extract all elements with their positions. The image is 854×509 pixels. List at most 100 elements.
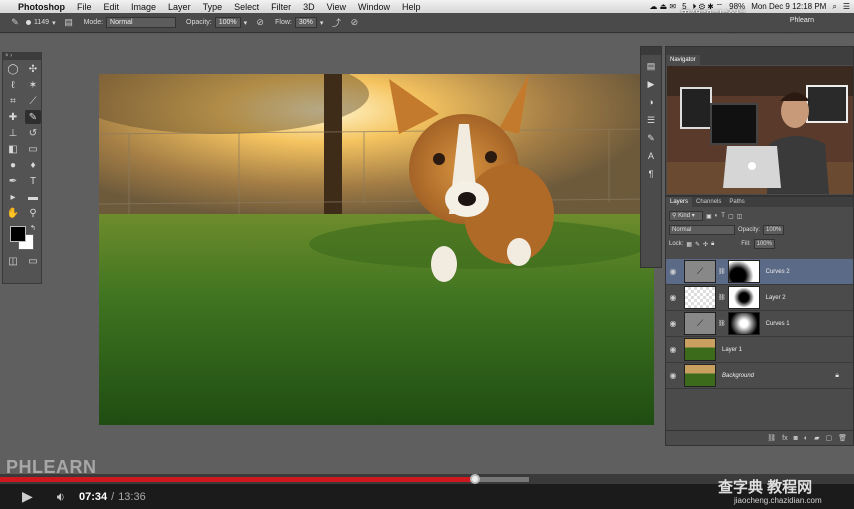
document-canvas[interactable] xyxy=(99,74,654,425)
eraser-tool-icon[interactable]: ◧ xyxy=(5,142,21,156)
eyedropper-tool-icon[interactable]: ⟋ xyxy=(25,94,41,108)
strip-header[interactable] xyxy=(641,47,661,55)
filter-type-icon[interactable]: T xyxy=(721,213,725,219)
visibility-eye-icon[interactable]: ◉ xyxy=(666,319,680,328)
magic-wand-tool-icon[interactable]: ✶ xyxy=(25,78,41,92)
mode-select[interactable]: Normal xyxy=(106,17,177,28)
menu-edit[interactable]: Edit xyxy=(98,2,126,12)
visibility-eye-icon[interactable]: ◉ xyxy=(666,371,680,380)
menu-3d[interactable]: 3D xyxy=(297,2,321,12)
pen-tool-icon[interactable]: ✒ xyxy=(5,174,21,188)
dodge-tool-icon[interactable]: ♦ xyxy=(25,158,41,172)
stamp-tool-icon[interactable]: ⊥ xyxy=(5,126,21,140)
fill-field[interactable]: 100% xyxy=(753,239,775,249)
paragraph-panel-icon[interactable]: ¶ xyxy=(644,167,658,181)
new-group-icon[interactable]: ▰ xyxy=(814,434,819,442)
layer-row-curves-2[interactable]: ◉ ⟋ ⛓ Curves 2 xyxy=(666,259,853,285)
move-tool-icon[interactable]: ✣ xyxy=(25,62,41,76)
visibility-eye-icon[interactable]: ◉ xyxy=(666,293,680,302)
actions-panel-icon[interactable]: ▶ xyxy=(644,77,658,91)
type-tool-icon[interactable]: T xyxy=(25,174,41,188)
menu-view[interactable]: View xyxy=(321,2,352,12)
mask-link-icon[interactable]: ⛓ xyxy=(718,320,726,327)
lock-pixels-icon[interactable]: ▦ xyxy=(686,241,692,248)
brush-panel-icon-strip[interactable]: ✎ xyxy=(644,131,658,145)
opacity-field[interactable]: 100% xyxy=(214,17,241,28)
mask-thumbnail[interactable] xyxy=(727,312,760,335)
swap-colors-icon[interactable]: ↰ xyxy=(30,224,36,232)
flow-dropdown-icon[interactable]: ▾ xyxy=(320,19,324,27)
lock-all-icon[interactable]: 🔒︎ xyxy=(711,241,714,248)
blur-tool-icon[interactable]: ● xyxy=(5,158,21,172)
menu-window[interactable]: Window xyxy=(352,2,396,12)
trash-icon[interactable]: 🗑︎ xyxy=(838,434,847,442)
tools-panel-header[interactable]: × › xyxy=(3,53,41,60)
quick-mask-icon[interactable]: ◫ xyxy=(5,254,21,268)
menu-type[interactable]: Type xyxy=(197,2,229,12)
history-brush-tool-icon[interactable]: ↺ xyxy=(25,126,41,140)
shape-tool-icon[interactable]: ▬ xyxy=(25,190,41,204)
filter-pixel-icon[interactable]: ▣ xyxy=(706,213,712,220)
mask-thumbnail[interactable] xyxy=(727,286,760,309)
workspace-label[interactable]: Phlearn xyxy=(790,17,814,24)
menu-image[interactable]: Image xyxy=(125,2,162,12)
add-mask-icon[interactable]: ◙ xyxy=(794,435,798,442)
marquee-tool-icon[interactable]: ◯ xyxy=(5,62,21,76)
brush-panel-icon[interactable]: ▤ xyxy=(64,17,74,28)
layer-row-layer-1[interactable]: ◉ Layer 1 xyxy=(666,337,853,363)
fx-icon[interactable]: fx xyxy=(782,435,787,442)
crop-tool-icon[interactable]: ⌗ xyxy=(5,94,21,108)
mask-thumbnail[interactable] xyxy=(727,260,760,283)
hand-tool-icon[interactable]: ✋ xyxy=(5,206,21,220)
path-select-tool-icon[interactable]: ▸ xyxy=(5,190,21,204)
layer-row-layer-2[interactable]: ◉ ⛓ Layer 2 xyxy=(666,285,853,311)
tab-navigator[interactable]: Navigator xyxy=(666,55,700,65)
airbrush-icon[interactable]: ⤴ xyxy=(331,18,341,28)
brush-tool-icon[interactable]: ✎ xyxy=(25,110,41,124)
menu-layer[interactable]: Layer xyxy=(162,2,197,12)
menu-help[interactable]: Help xyxy=(396,2,427,12)
filter-adjust-icon[interactable]: ◐ xyxy=(715,213,719,219)
brush-tool-icon[interactable]: ✎ xyxy=(10,17,20,28)
menu-filter[interactable]: Filter xyxy=(265,2,297,12)
layer-row-background[interactable]: ◉ Background 🔒︎ xyxy=(666,363,853,389)
play-icon[interactable]: ▶ xyxy=(22,488,33,505)
brush-preset-picker[interactable]: 1149 ▾ xyxy=(26,19,56,27)
menu-app-photoshop[interactable]: Photoshop xyxy=(12,2,71,12)
layer-opacity-field[interactable]: 100% xyxy=(763,225,785,235)
link-layers-icon[interactable]: ⛓ xyxy=(767,434,776,442)
new-layer-icon[interactable]: ▢ xyxy=(825,434,832,442)
tab-layers[interactable]: Layers xyxy=(666,197,693,207)
lock-paint-icon[interactable]: ✎ xyxy=(695,241,700,248)
pressure-size-icon[interactable]: ⊘ xyxy=(349,17,359,28)
tab-channels[interactable]: Channels xyxy=(692,197,725,207)
new-adjustment-icon[interactable]: ◐ xyxy=(804,435,808,442)
visibility-eye-icon[interactable]: ◉ xyxy=(666,345,680,354)
blend-mode-select[interactable]: Normal xyxy=(669,225,735,235)
screen-mode-icon[interactable]: ▭ xyxy=(25,254,41,268)
lasso-tool-icon[interactable]: ℓ xyxy=(5,78,21,92)
filter-smart-icon[interactable]: ◫ xyxy=(737,213,743,220)
scrubber-handle[interactable] xyxy=(469,474,480,484)
layer-row-curves-1[interactable]: ◉ ⟋ ⛓ Curves 1 xyxy=(666,311,853,337)
filter-kind-select[interactable]: ⚲ Kind ▾ xyxy=(669,211,703,221)
menu-select[interactable]: Select xyxy=(228,2,265,12)
adjustments-panel-icon[interactable]: ◑ xyxy=(644,95,658,109)
lock-position-icon[interactable]: ✣ xyxy=(703,241,708,248)
opacity-dropdown-icon[interactable]: ▾ xyxy=(244,19,248,27)
properties-panel-icon[interactable]: ☰ xyxy=(644,113,658,127)
tab-paths[interactable]: Paths xyxy=(725,197,748,207)
menu-file[interactable]: File xyxy=(71,2,98,12)
volume-icon[interactable]: 🔉︎ xyxy=(57,489,65,505)
pressure-opacity-icon[interactable]: ⊘ xyxy=(255,17,265,28)
flow-field[interactable]: 30% xyxy=(294,17,317,28)
history-panel-icon[interactable]: ▤ xyxy=(644,59,658,73)
healing-tool-icon[interactable]: ✚ xyxy=(5,110,21,124)
mask-link-icon[interactable]: ⛓ xyxy=(718,294,726,301)
character-panel-icon[interactable]: A xyxy=(644,149,658,163)
mask-link-icon[interactable]: ⛓ xyxy=(718,268,726,275)
filter-shape-icon[interactable]: ▢ xyxy=(728,213,734,220)
visibility-eye-icon[interactable]: ◉ xyxy=(666,267,680,276)
zoom-tool-icon[interactable]: ⚲ xyxy=(25,206,41,220)
gradient-tool-icon[interactable]: ▭ xyxy=(25,142,41,156)
